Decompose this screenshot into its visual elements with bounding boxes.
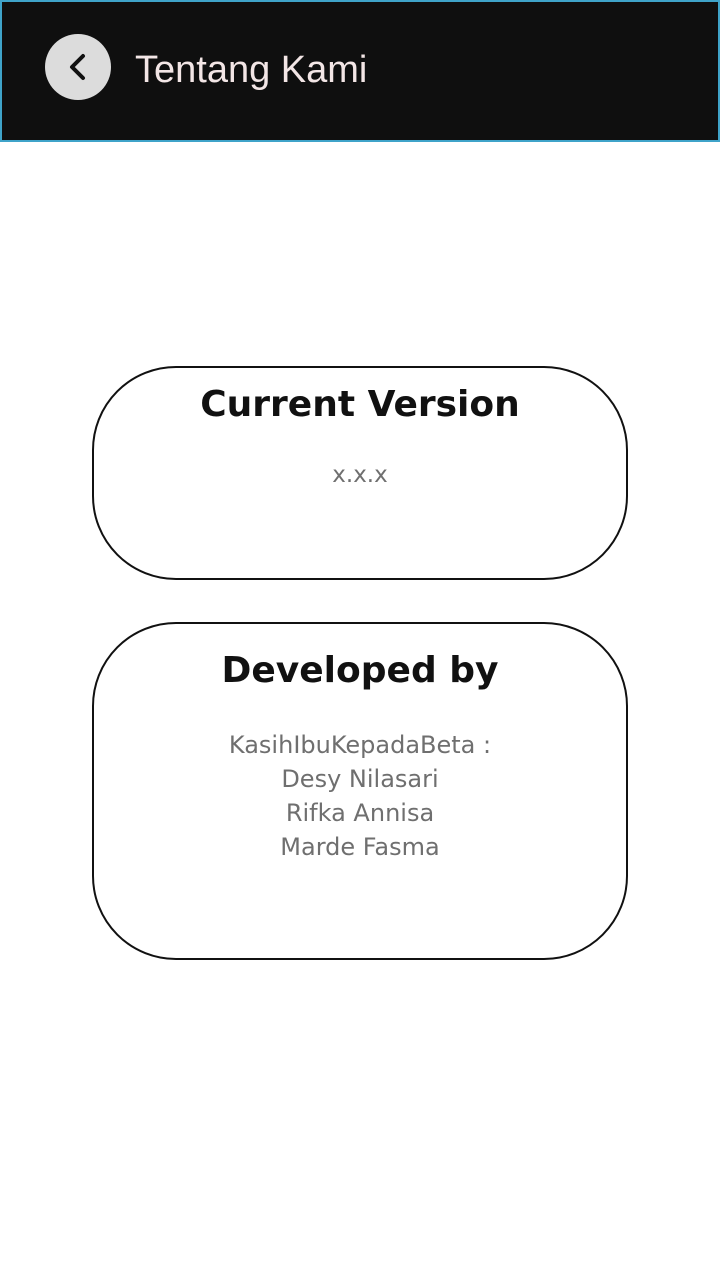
version-value: x.x.x [332, 462, 388, 488]
developer-card: Developed by KasihIbuKepadaBeta : Desy N… [92, 622, 628, 960]
team-name: KasihIbuKepadaBeta : [228, 731, 492, 759]
developer-name: Desy Nilasari [281, 765, 439, 793]
developer-card-title: Developed by [221, 650, 499, 691]
app-header: Tentang Kami [0, 0, 720, 142]
developer-list: KasihIbuKepadaBeta : Desy Nilasari Rifka… [94, 728, 626, 864]
back-button[interactable] [45, 34, 111, 100]
version-card-title: Current Version [200, 384, 520, 425]
version-card: Current Version x.x.x [92, 366, 628, 580]
developer-name: Rifka Annisa [285, 799, 435, 827]
chevron-left-icon [70, 54, 85, 80]
developer-name: Marde Fasma [280, 833, 440, 861]
page-title: Tentang Kami [135, 49, 368, 91]
